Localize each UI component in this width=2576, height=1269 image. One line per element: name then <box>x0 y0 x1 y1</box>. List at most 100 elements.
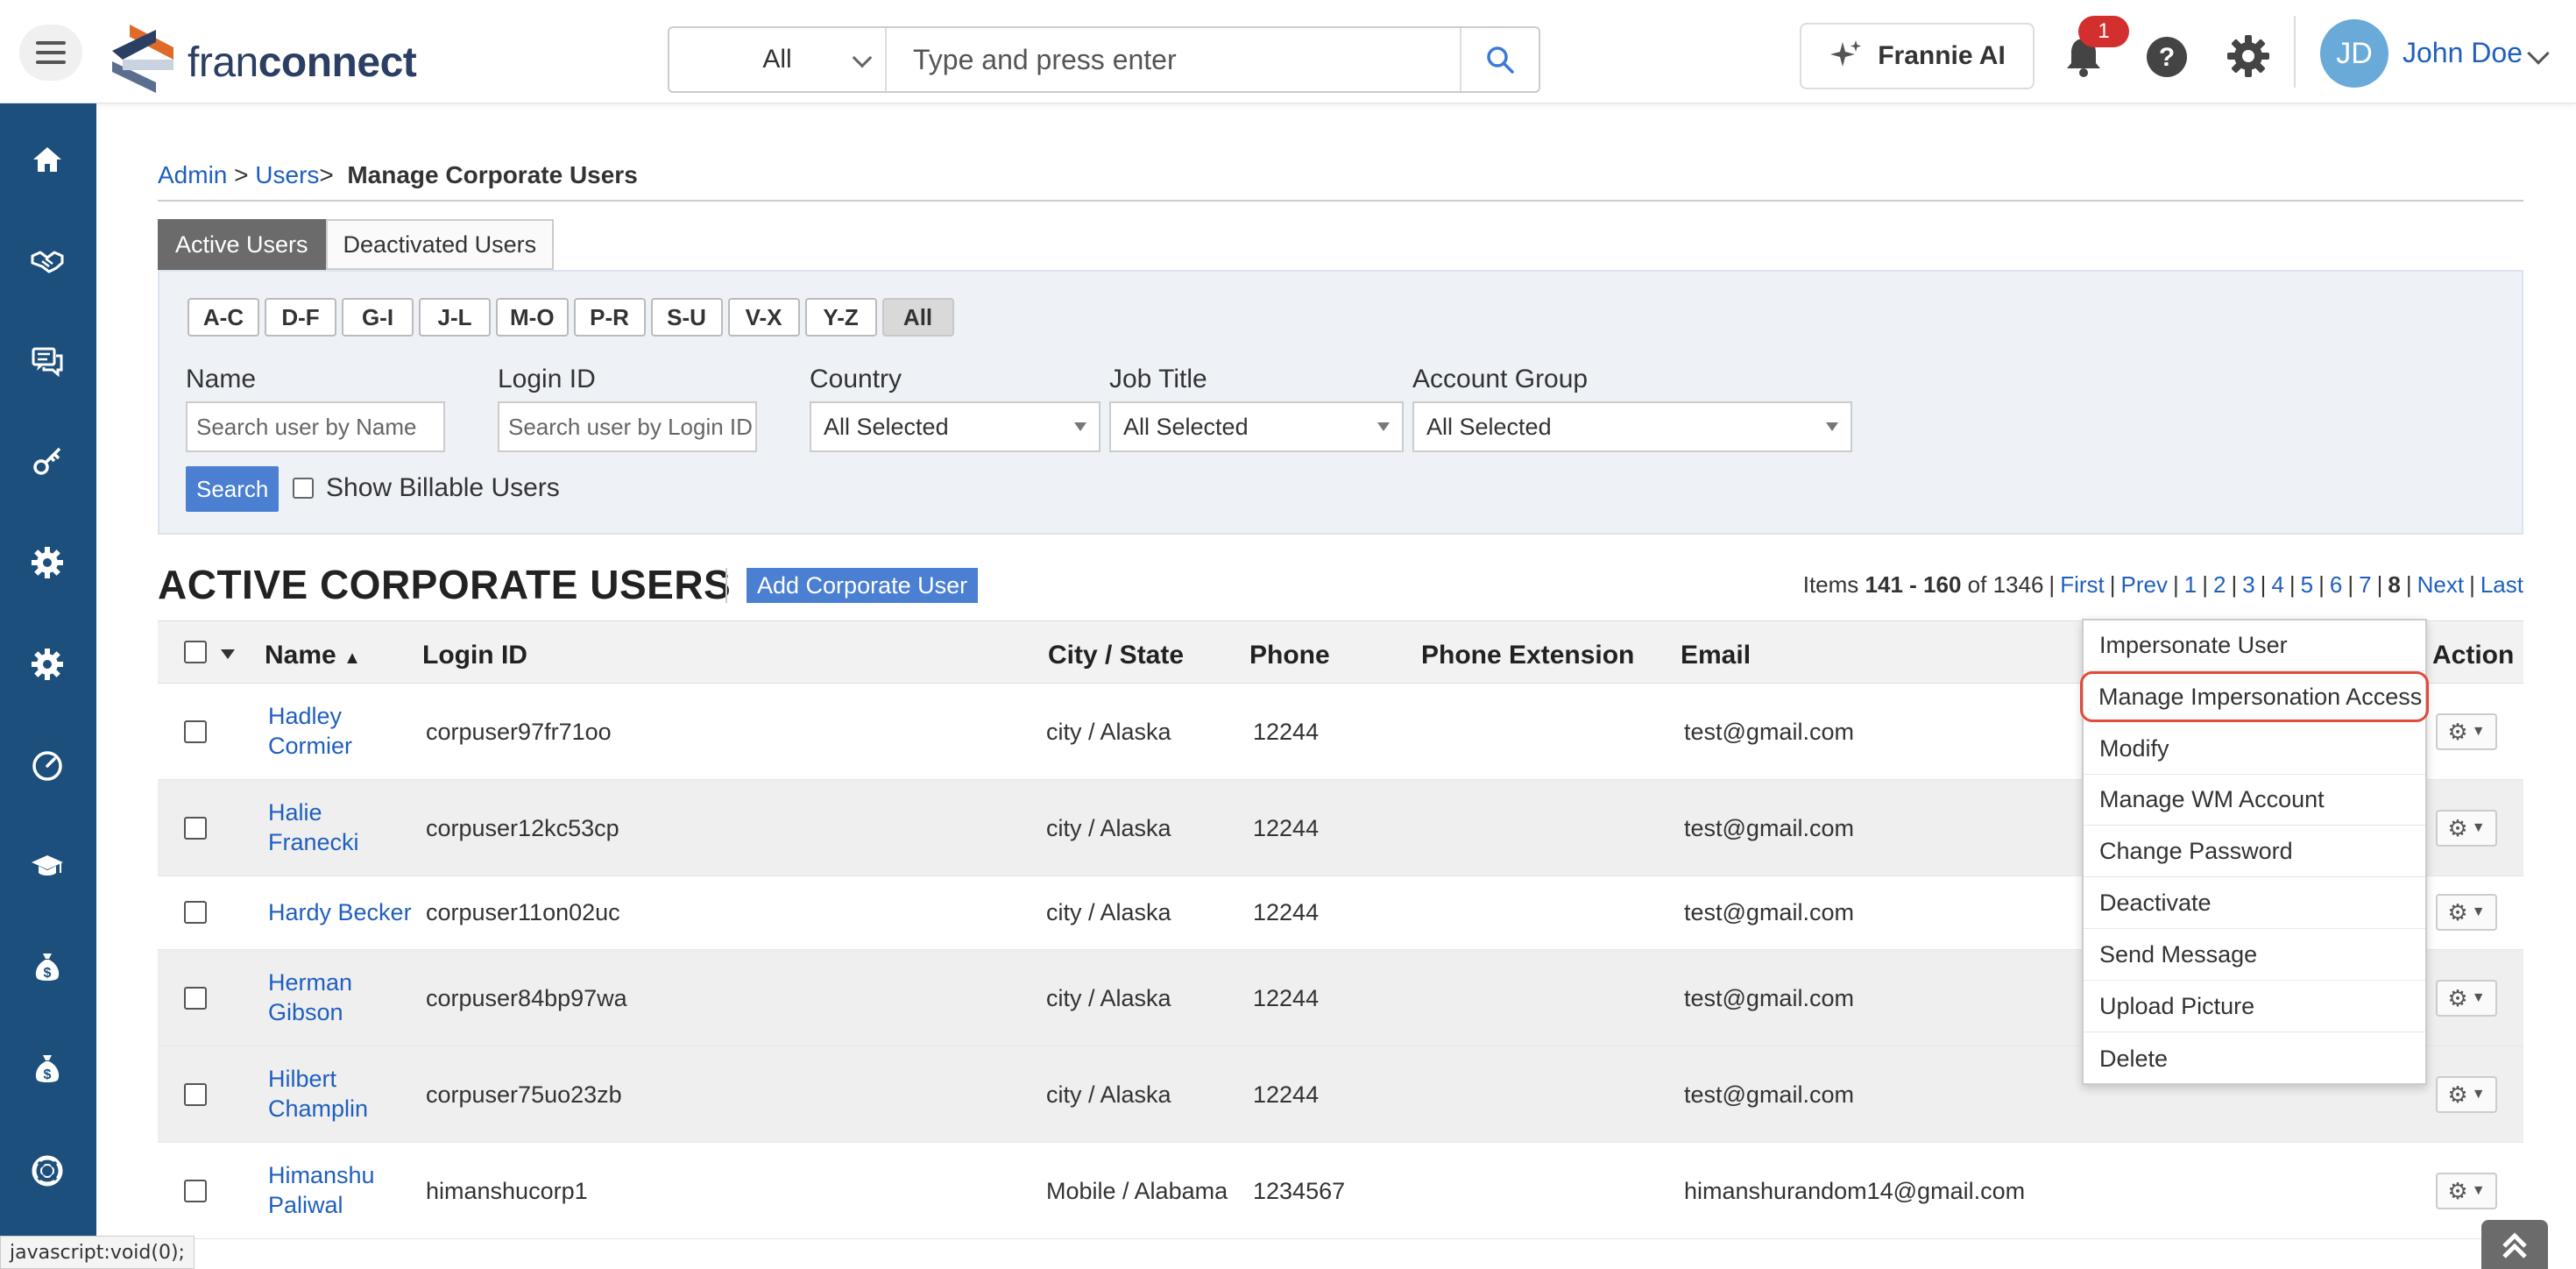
job-title-filter-value: All Selected <box>1123 413 1249 440</box>
pagination-page-3[interactable]: 3 <box>2242 571 2254 598</box>
svg-text:?: ? <box>2159 43 2175 72</box>
login-id-filter-input[interactable] <box>498 401 757 452</box>
pagination-page-7[interactable]: 7 <box>2359 571 2371 598</box>
pagination-page-5[interactable]: 5 <box>2301 571 2313 598</box>
pagination-page-6[interactable]: 6 <box>2330 571 2342 598</box>
bulk-actions-dropdown-icon[interactable] <box>221 649 235 659</box>
hamburger-menu-icon[interactable] <box>19 25 82 81</box>
job-title-filter-select[interactable]: All Selected <box>1109 401 1404 452</box>
user-name[interactable]: John Doe <box>2403 37 2523 69</box>
row-action-button[interactable]: ⚙ ▼ <box>2436 980 2497 1017</box>
row-checkbox[interactable] <box>184 901 207 924</box>
avatar[interactable]: JD <box>2320 19 2388 88</box>
pagination: Items 141 - 160 of 1346 | First | Prev | 1 | 2 | 3… <box>1802 571 2523 598</box>
letter-filter-g-i[interactable]: G-I <box>342 298 414 337</box>
tab-deactivated-users[interactable]: Deactivated Users <box>325 219 555 270</box>
pagination-last[interactable]: Last <box>2480 571 2523 598</box>
global-search-input[interactable] <box>887 28 1460 91</box>
row-action-button[interactable]: ⚙ ▼ <box>2436 713 2497 750</box>
gear-icon[interactable] <box>26 643 68 685</box>
column-header-name-label: Name <box>265 641 336 670</box>
letter-filter-all[interactable]: All <box>881 298 954 337</box>
letter-filter-d-f[interactable]: D-F <box>265 298 336 337</box>
search-icon[interactable] <box>1460 28 1539 91</box>
pagination-prev[interactable]: Prev <box>2121 571 2168 598</box>
letter-filter-v-x[interactable]: V-X <box>727 298 800 337</box>
row-action-button[interactable]: ⚙ ▼ <box>2436 1173 2497 1209</box>
menu-item-manage-impersonation-access[interactable]: Manage Impersonation Access <box>2080 671 2429 722</box>
show-billable-users-checkbox[interactable] <box>293 478 314 499</box>
help-icon[interactable]: ? <box>2145 35 2189 79</box>
user-name-link[interactable]: Himanshu Paliwal <box>268 1160 375 1220</box>
account-group-filter-label: Account Group <box>1412 365 1589 393</box>
key-icon[interactable] <box>26 440 68 482</box>
menu-item-impersonate-user[interactable]: Impersonate User <box>2084 620 2425 671</box>
add-corporate-user-button[interactable]: Add Corporate User <box>747 568 979 603</box>
menu-item-change-password[interactable]: Change Password <box>2084 826 2425 877</box>
breadcrumb-users-link[interactable]: Users <box>255 161 319 188</box>
search-scope-select[interactable]: All <box>669 28 887 91</box>
show-billable-users-toggle[interactable]: Show Billable Users <box>293 473 560 503</box>
menu-item-deactivate[interactable]: Deactivate <box>2084 878 2425 929</box>
row-checkbox[interactable] <box>184 987 207 1010</box>
row-checkbox[interactable] <box>184 720 207 743</box>
tab-active-users[interactable]: Active Users <box>158 219 326 270</box>
country-filter-select[interactable]: All Selected <box>810 401 1100 452</box>
chat-icon[interactable] <box>26 340 68 382</box>
franconnect-logo[interactable]: franconnect <box>103 21 417 95</box>
user-name-link[interactable]: Hilbert Champlin <box>268 1064 368 1124</box>
scroll-to-top-button[interactable] <box>2481 1220 2548 1269</box>
lifebuoy-icon[interactable] <box>26 1150 68 1192</box>
letter-filter-y-z[interactable]: Y-Z <box>804 298 877 337</box>
letter-filter-j-l[interactable]: J-L <box>419 298 491 337</box>
letter-filter-p-r[interactable]: P-R <box>573 298 646 337</box>
chevron-down-icon[interactable] <box>2527 42 2550 65</box>
menu-item-manage-wm-account[interactable]: Manage WM Account <box>2084 775 2425 826</box>
letter-filter-a-c[interactable]: A-C <box>188 298 259 337</box>
pagination-first[interactable]: First <box>2060 571 2105 598</box>
row-checkbox[interactable] <box>184 817 207 840</box>
login-filter-label: Login ID <box>498 365 596 393</box>
row-checkbox[interactable] <box>184 1180 207 1202</box>
letter-filter-m-o[interactable]: M-O <box>496 298 569 337</box>
user-name-link[interactable]: Hadley Cormier <box>268 701 352 761</box>
row-action-button[interactable]: ⚙ ▼ <box>2436 1076 2497 1113</box>
column-header-name[interactable]: Name ▲ <box>265 641 361 670</box>
menu-item-send-message[interactable]: Send Message <box>2084 930 2425 981</box>
menu-item-delete[interactable]: Delete <box>2084 1033 2425 1084</box>
caret-down-icon: ▼ <box>2471 820 2486 835</box>
dashboard-icon[interactable] <box>26 745 68 787</box>
page-title: Manage Corporate Users <box>347 161 638 188</box>
account-group-filter-select[interactable]: All Selected <box>1412 401 1852 452</box>
money-bag-icon[interactable]: $ <box>26 946 68 989</box>
handshake-icon[interactable] <box>26 240 68 282</box>
caret-down-icon: ▼ <box>2471 990 2486 1005</box>
gear-icon[interactable] <box>26 542 68 584</box>
menu-item-modify[interactable]: Modify <box>2084 724 2425 775</box>
phone-cell: 12244 <box>1253 985 1320 1011</box>
pagination-page-4[interactable]: 4 <box>2271 571 2283 598</box>
graduation-cap-icon[interactable] <box>26 845 68 887</box>
user-name-link[interactable]: Halie Franecki <box>268 798 359 857</box>
pagination-next[interactable]: Next <box>2417 571 2464 598</box>
filter-panel: A-C D-F G-I J-L M-O P-R S-U V-X Y-Z All … <box>158 270 2523 535</box>
letter-filter-s-u[interactable]: S-U <box>650 298 723 337</box>
search-button[interactable]: Search <box>186 466 280 512</box>
menu-item-upload-picture[interactable]: Upload Picture <box>2084 982 2425 1032</box>
name-filter-input[interactable] <box>186 401 445 452</box>
logo-text-prefix: fran <box>188 39 258 86</box>
row-action-button[interactable]: ⚙ ▼ <box>2436 894 2497 931</box>
settings-gear-icon[interactable] <box>2226 33 2271 79</box>
money-bag-icon[interactable]: $ <box>26 1048 68 1090</box>
user-name-link[interactable]: Hardy Becker <box>268 897 412 927</box>
frannie-ai-button[interactable]: Frannie AI <box>1800 23 2035 89</box>
user-name-link[interactable]: Herman Gibson <box>268 968 352 1027</box>
select-all-checkbox[interactable] <box>184 641 207 663</box>
row-action-button[interactable]: ⚙ ▼ <box>2436 810 2497 847</box>
home-icon[interactable] <box>26 138 68 181</box>
row-checkbox[interactable] <box>184 1083 207 1106</box>
svg-text:$: $ <box>44 966 52 981</box>
pagination-page-1[interactable]: 1 <box>2184 571 2197 598</box>
breadcrumb-admin-link[interactable]: Admin <box>158 161 227 188</box>
pagination-page-2[interactable]: 2 <box>2213 571 2226 598</box>
